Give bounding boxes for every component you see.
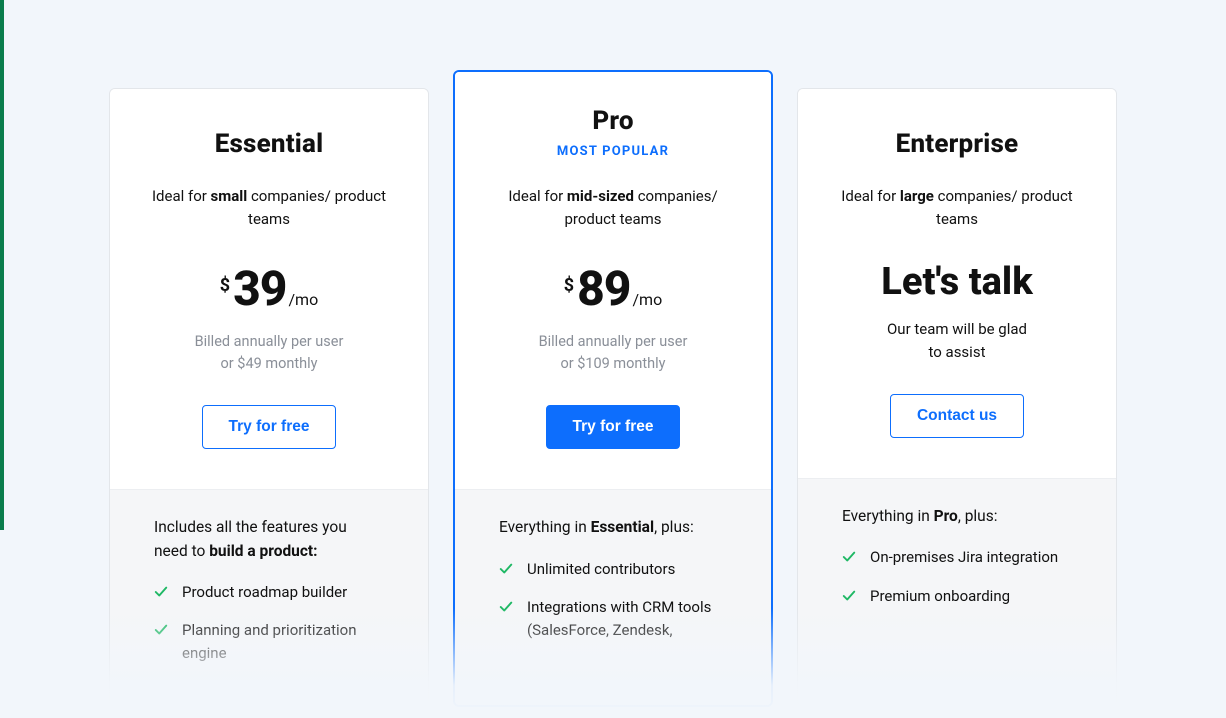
plan-desc: Ideal for small companies/ product teams bbox=[144, 185, 394, 232]
plan-features: Everything in Essential, plus: Unlimited… bbox=[455, 489, 771, 705]
feature-item: Planning and prioritization engine bbox=[154, 619, 384, 664]
check-icon bbox=[154, 585, 168, 599]
period: /mo bbox=[632, 290, 662, 309]
plan-desc: Ideal for mid-sized companies/ product t… bbox=[489, 185, 737, 232]
currency: $ bbox=[564, 275, 574, 296]
feature-item: On-premises Jira integration bbox=[842, 546, 1072, 569]
plan-features: Everything in Pro, plus: On-premises Jir… bbox=[798, 478, 1116, 706]
assist-note: Our team will be glad to assist bbox=[832, 318, 1082, 365]
plan-name: Enterprise bbox=[832, 129, 1082, 159]
feature-item: Integrations with CRM tools (SalesForce,… bbox=[499, 596, 727, 641]
check-icon bbox=[154, 623, 168, 637]
feature-item: Product roadmap builder bbox=[154, 581, 384, 604]
contact-us-button[interactable]: Contact us bbox=[890, 394, 1024, 438]
plan-features: Includes all the features you need to bu… bbox=[110, 489, 428, 706]
plan-top: Enterprise Ideal for large companies/ pr… bbox=[798, 89, 1116, 478]
plan-price: $ 39 /mo bbox=[144, 260, 394, 317]
feature-label: Planning and prioritization engine bbox=[182, 619, 384, 664]
feature-label: Integrations with CRM tools (SalesForce,… bbox=[527, 596, 727, 641]
check-icon bbox=[499, 600, 513, 614]
plan-top: Pro MOST POPULAR Ideal for mid-sized com… bbox=[455, 72, 771, 489]
plan-card-pro: Pro MOST POPULAR Ideal for mid-sized com… bbox=[453, 70, 773, 707]
feature-label: On-premises Jira integration bbox=[870, 546, 1058, 569]
feature-label: Premium onboarding bbox=[870, 585, 1010, 608]
pricing-cards: Essential Ideal for small companies/ pro… bbox=[0, 0, 1226, 707]
lets-talk: Let's talk bbox=[832, 260, 1082, 304]
plan-name: Essential bbox=[144, 129, 394, 159]
period: /mo bbox=[288, 290, 318, 309]
most-popular-badge: MOST POPULAR bbox=[489, 144, 737, 159]
plan-desc: Ideal for large companies/ product teams bbox=[832, 185, 1082, 232]
features-title: Everything in Essential, plus: bbox=[499, 516, 727, 539]
currency: $ bbox=[220, 275, 230, 296]
try-free-button[interactable]: Try for free bbox=[202, 405, 337, 449]
plan-top: Essential Ideal for small companies/ pro… bbox=[110, 89, 428, 489]
plan-price: $ 89 /mo bbox=[489, 260, 737, 317]
check-icon bbox=[842, 589, 856, 603]
features-title: Everything in Pro, plus: bbox=[842, 505, 1072, 528]
features-title: Includes all the features you need to bu… bbox=[154, 516, 384, 563]
plan-card-enterprise: Enterprise Ideal for large companies/ pr… bbox=[797, 88, 1117, 707]
billing-note: Billed annually per user or $49 monthly bbox=[144, 331, 394, 376]
plan-name: Pro bbox=[489, 106, 737, 136]
feature-item: Premium onboarding bbox=[842, 585, 1072, 608]
feature-item: Unlimited contributors bbox=[499, 558, 727, 581]
plan-card-essential: Essential Ideal for small companies/ pro… bbox=[109, 88, 429, 707]
try-free-button[interactable]: Try for free bbox=[546, 405, 681, 449]
feature-label: Product roadmap builder bbox=[182, 581, 347, 604]
check-icon bbox=[842, 550, 856, 564]
check-icon bbox=[499, 562, 513, 576]
left-accent-bar bbox=[0, 0, 4, 530]
billing-note: Billed annually per user or $109 monthly bbox=[489, 331, 737, 376]
amount: 39 bbox=[233, 260, 286, 317]
amount: 89 bbox=[577, 260, 630, 317]
feature-label: Unlimited contributors bbox=[527, 558, 675, 581]
